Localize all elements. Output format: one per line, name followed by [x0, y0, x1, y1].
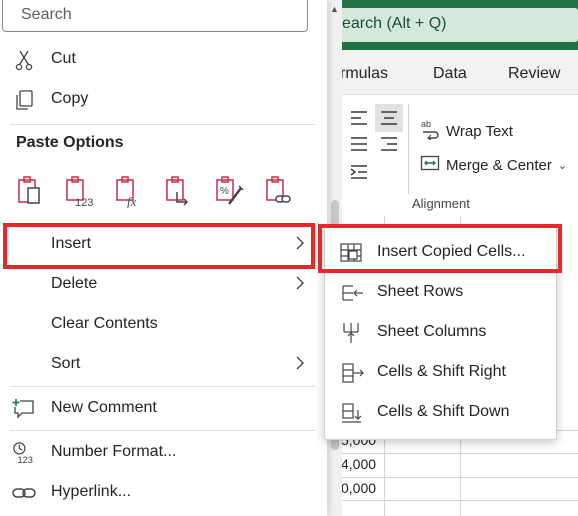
menu-divider: [10, 386, 316, 387]
align-right-icon[interactable]: [375, 130, 403, 158]
paste-formatting-icon[interactable]: %: [212, 172, 248, 210]
submenu-item-sheet-rows[interactable]: Sheet Rows: [325, 273, 556, 313]
chevron-down-icon[interactable]: ⌄: [558, 159, 567, 172]
wrap-text-label: Wrap Text: [446, 122, 513, 140]
cell-value[interactable]: 4,000: [341, 456, 376, 472]
cells-shift-right-icon: [339, 361, 365, 385]
tab-formulas[interactable]: rmulas: [340, 65, 388, 83]
submenu-item-label: Cells & Shift Down: [377, 403, 510, 420]
copy-icon: [12, 89, 36, 111]
svg-text:123: 123: [75, 197, 93, 208]
cells-shift-down-icon: [339, 401, 365, 425]
align-left-top-icon[interactable]: [345, 104, 373, 132]
merge-center-button[interactable]: Merge & Center ⌄: [420, 153, 567, 177]
paste-options-row: 123 fx %: [12, 172, 312, 212]
title-bar: earch (Alt + Q): [330, 0, 578, 50]
wrap-text-button[interactable]: ab Wrap Text: [420, 118, 513, 144]
indent-icon[interactable]: [345, 158, 373, 186]
scroll-up-arrow-icon[interactable]: ▲: [330, 4, 339, 14]
menu-item-cut[interactable]: Cut: [0, 40, 320, 80]
alignment-group-label: Alignment: [412, 196, 470, 211]
menu-item-label: Number Format...: [51, 443, 177, 460]
menu-search-box[interactable]: [2, 0, 308, 32]
menu-search-input[interactable]: [21, 4, 291, 26]
sheet-rows-icon: [339, 281, 365, 305]
paste-icon[interactable]: [12, 172, 48, 210]
wrap-text-icon: ab: [420, 118, 440, 144]
svg-text:%: %: [220, 186, 229, 197]
align-center-top-icon[interactable]: [375, 104, 403, 132]
menu-item-clear-contents[interactable]: Clear Contents: [0, 305, 320, 345]
submenu-item-label: Cells & Shift Right: [377, 363, 506, 380]
excel-search-text: earch (Alt + Q): [342, 15, 447, 32]
number-format-icon: 123: [12, 442, 36, 465]
submenu-item-label: Sheet Columns: [377, 323, 487, 340]
svg-text:fx: fx: [127, 194, 137, 208]
svg-text:123: 123: [18, 455, 33, 465]
link-icon: [12, 482, 36, 504]
tab-data[interactable]: Data: [433, 65, 467, 83]
menu-item-label: New Comment: [51, 399, 157, 416]
sheet-columns-icon: [339, 321, 365, 345]
menu-item-label: Cut: [51, 50, 76, 67]
submenu-item-sheet-columns[interactable]: Sheet Columns: [325, 313, 556, 353]
merge-center-icon: [420, 153, 440, 177]
insert-copied-cells-highlight-box: [318, 224, 562, 273]
merge-center-label: Merge & Center: [446, 156, 552, 174]
menu-item-new-comment[interactable]: New Comment: [0, 389, 320, 429]
align-left-icon[interactable]: [345, 130, 373, 158]
submenu-item-cells-shift-down[interactable]: Cells & Shift Down: [325, 393, 556, 433]
ribbon-tabs: rmulas Data Review: [330, 50, 578, 94]
submenu-item-label: Sheet Rows: [377, 283, 464, 300]
paste-formulas-icon[interactable]: fx: [112, 172, 148, 210]
paste-options-title: Paste Options: [16, 134, 124, 151]
menu-item-label: Copy: [51, 90, 89, 107]
ribbon-group-divider: [408, 104, 409, 194]
menu-item-label: Clear Contents: [51, 315, 158, 332]
paste-link-icon[interactable]: [262, 172, 298, 210]
paste-values-icon[interactable]: 123: [62, 172, 98, 210]
chevron-right-icon: [293, 353, 307, 373]
menu-item-label: Delete: [51, 275, 98, 292]
paste-transpose-icon[interactable]: [162, 172, 198, 210]
menu-item-copy[interactable]: Copy: [0, 80, 320, 120]
menu-divider: [10, 430, 316, 431]
menu-item-delete[interactable]: Delete: [0, 265, 320, 305]
chevron-right-icon: [293, 273, 307, 293]
menu-item-sort[interactable]: Sort: [0, 345, 320, 385]
menu-divider: [10, 124, 316, 125]
menu-item-number-format[interactable]: 123 Number Format...: [0, 433, 320, 473]
cell-value[interactable]: 0,000: [341, 480, 376, 496]
menu-item-label: Hyperlink...: [51, 483, 132, 500]
new-comment-icon: [12, 398, 36, 420]
submenu-item-cells-shift-right[interactable]: Cells & Shift Right: [325, 353, 556, 393]
menu-item-label: Sort: [51, 355, 81, 372]
menu-item-hyperlink[interactable]: Hyperlink...: [0, 473, 320, 513]
scissors-icon: [12, 49, 36, 71]
excel-search-box[interactable]: earch (Alt + Q): [330, 8, 578, 42]
tab-review[interactable]: Review: [508, 65, 560, 83]
svg-text:ab: ab: [421, 119, 431, 129]
insert-highlight-box: [3, 223, 315, 269]
